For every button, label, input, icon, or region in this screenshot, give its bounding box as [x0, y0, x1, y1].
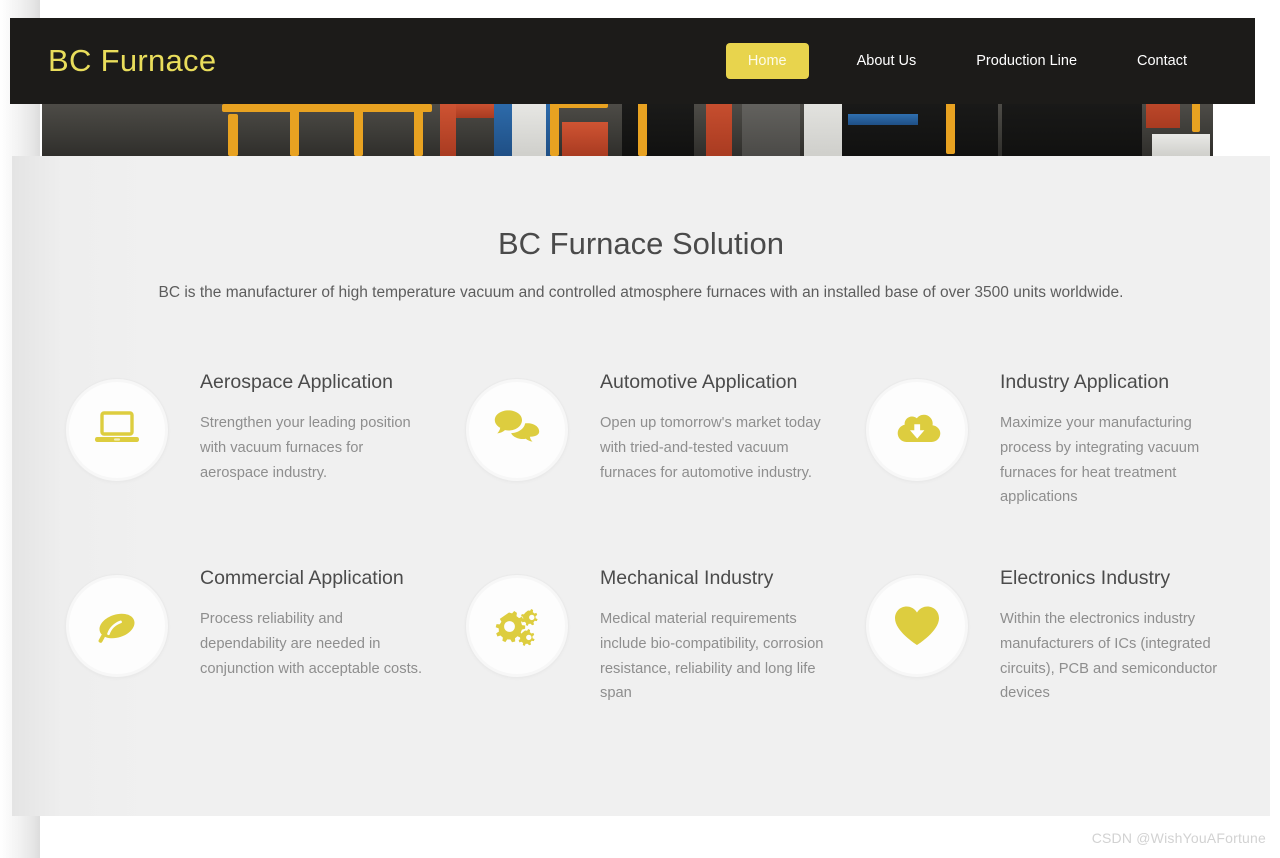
- feature-card-electronics[interactable]: Electronics Industry Within the electron…: [844, 567, 1244, 763]
- feature-card-mechanical[interactable]: Mechanical Industry Medical material req…: [444, 567, 844, 763]
- nav-item-contact[interactable]: Contact: [1107, 54, 1217, 69]
- feature-card-text: Medical material requirements include bi…: [600, 611, 824, 702]
- chat-bubbles-icon: [466, 379, 568, 481]
- feature-card-title: Automotive Application: [600, 371, 798, 393]
- main-content-panel: BC Furnace Solution BC is the manufactur…: [12, 156, 1270, 816]
- csdn-watermark: CSDN @WishYouAFortune: [1091, 830, 1266, 846]
- nav-item-about-us[interactable]: About Us: [827, 54, 947, 69]
- feature-card-body: Commercial Application Process reliabili…: [200, 567, 445, 681]
- feature-card-body: Aerospace Application Strengthen your le…: [200, 371, 445, 485]
- laptop-icon: [66, 379, 168, 481]
- page-root: BC Furnace Home About Us Production Line…: [0, 0, 1280, 858]
- page-subtitle: BC is the manufacturer of high temperatu…: [158, 284, 1124, 301]
- feature-card-aerospace[interactable]: Aerospace Application Strengthen your le…: [44, 371, 444, 567]
- page-title: BC Furnace Solution: [497, 226, 785, 261]
- feature-card-title: Commercial Application: [200, 567, 404, 589]
- feature-card-title: Aerospace Application: [200, 371, 393, 393]
- feature-card-body: Automotive Application Open up tomorrow'…: [600, 371, 845, 485]
- brand-logo[interactable]: BC Furnace: [48, 43, 216, 79]
- nav-item-production-line[interactable]: Production Line: [946, 54, 1107, 69]
- feature-card-text: Within the electronics industry manufact…: [1000, 611, 1218, 702]
- feature-card-body: Industry Application Maximize your manuf…: [1000, 371, 1245, 510]
- feature-card-text: Maximize your manufacturing process by i…: [1000, 415, 1200, 506]
- feature-card-text: Open up tomorrow's market today with tri…: [600, 415, 821, 481]
- feature-card-industry[interactable]: Industry Application Maximize your manuf…: [844, 371, 1244, 567]
- feature-card-text: Strengthen your leading position with va…: [200, 415, 411, 481]
- feature-card-body: Mechanical Industry Medical material req…: [600, 567, 845, 706]
- feature-card-title: Mechanical Industry: [600, 567, 774, 589]
- feature-grid: Aerospace Application Strengthen your le…: [44, 371, 1244, 763]
- feature-card-text: Process reliability and dependability ar…: [200, 611, 423, 677]
- leaf-icon: [66, 575, 168, 677]
- feature-card-automotive[interactable]: Automotive Application Open up tomorrow'…: [444, 371, 844, 567]
- nav-item-home[interactable]: Home: [725, 42, 809, 80]
- feature-card-body: Electronics Industry Within the electron…: [1000, 567, 1245, 706]
- primary-nav: Home About Us Production Line Contact: [725, 42, 1217, 80]
- cloud-download-icon: [866, 379, 968, 481]
- feature-card-title: Electronics Industry: [1000, 567, 1171, 589]
- heart-icon: [866, 575, 968, 677]
- top-navigation-bar: BC Furnace Home About Us Production Line…: [10, 18, 1255, 104]
- feature-card-title: Industry Application: [1000, 371, 1170, 393]
- feature-card-commercial[interactable]: Commercial Application Process reliabili…: [44, 567, 444, 763]
- gears-icon: [466, 575, 568, 677]
